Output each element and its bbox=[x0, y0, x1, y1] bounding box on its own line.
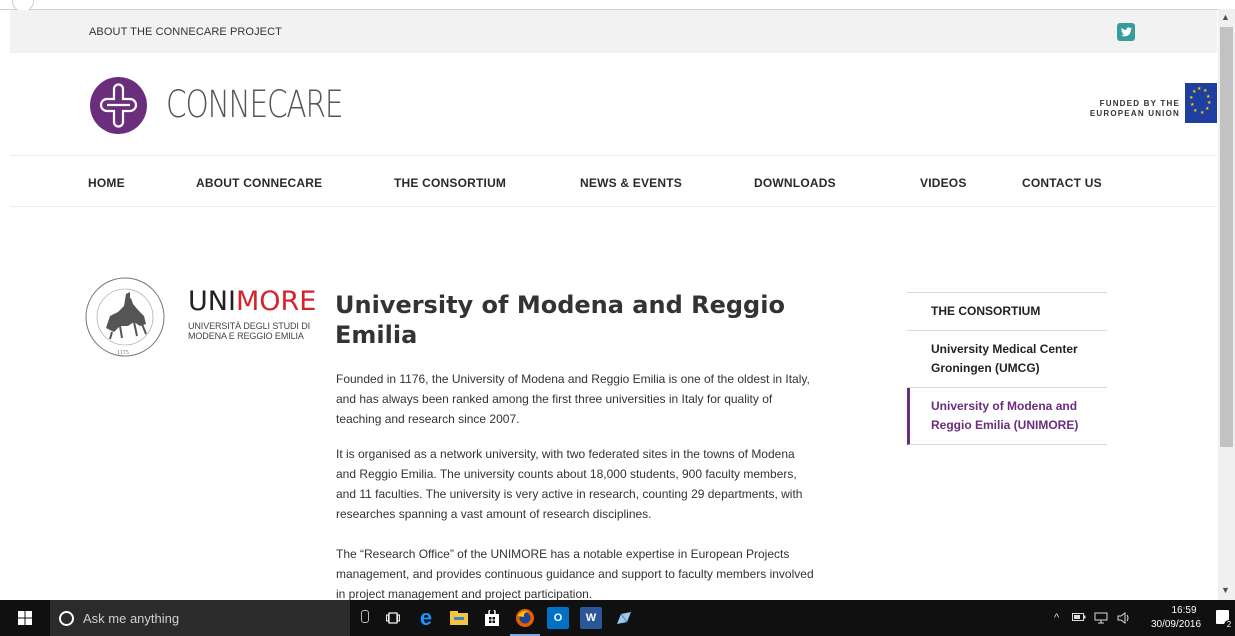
unimore-wordmark: UNIMORE bbox=[188, 286, 316, 317]
content-paragraph-3: The “Research Office” of the UNIMORE has… bbox=[336, 547, 814, 600]
store-icon[interactable] bbox=[481, 607, 503, 629]
eu-flag-icon: ★ ★ ★ ★ ★ ★ ★ ★ ★ ★ bbox=[1185, 83, 1217, 123]
firefox-icon[interactable] bbox=[514, 607, 536, 629]
taskbar-clock-date[interactable]: 30/09/2016 bbox=[1146, 619, 1206, 630]
file-explorer-icon[interactable] bbox=[448, 607, 470, 629]
microphone-icon[interactable] bbox=[361, 610, 369, 623]
content-paragraph-2: It is organised as a network university,… bbox=[336, 447, 803, 521]
consortium-sidebar: THE CONSORTIUM University Medical Center… bbox=[907, 292, 1107, 445]
eu-funding-text: FUNDED BY THE EUROPEAN UNION bbox=[1080, 99, 1180, 119]
browser-frame-top bbox=[0, 0, 1235, 10]
notification-count-badge: 2 bbox=[1224, 620, 1234, 630]
app-pen-icon[interactable] bbox=[613, 607, 635, 629]
unimore-logo: 1175 UNIMORE UNIVERSITÀ DEGLI STUDI DI M… bbox=[84, 276, 316, 366]
top-bar: ABOUT THE CONNECARE PROJECT bbox=[10, 10, 1217, 53]
site-logo-text[interactable]: CONNECARE bbox=[166, 83, 344, 126]
windows-taskbar: Ask me anything e O W ^ 16:59 30/09/2016… bbox=[0, 600, 1235, 636]
eu-funding-line1: FUNDED BY THE bbox=[1099, 99, 1180, 108]
taskbar-search-placeholder: Ask me anything bbox=[83, 611, 180, 626]
scroll-up-arrow-icon[interactable]: ▲ bbox=[1221, 12, 1230, 22]
taskbar-search-box[interactable]: Ask me anything bbox=[50, 600, 369, 636]
taskbar-clock-time[interactable]: 16:59 bbox=[1154, 605, 1214, 616]
windows-start-icon[interactable] bbox=[18, 611, 32, 625]
battery-icon[interactable] bbox=[1072, 612, 1086, 625]
nav-about-connecare[interactable]: ABOUT CONNECARE bbox=[196, 176, 322, 190]
show-hidden-icons-icon[interactable]: ^ bbox=[1054, 612, 1059, 624]
unimore-subtitle-line2: MODENA E REGGIO EMILIA bbox=[188, 331, 304, 341]
scroll-down-arrow-icon[interactable]: ▼ bbox=[1221, 585, 1230, 595]
edge-browser-icon[interactable]: e bbox=[415, 605, 437, 630]
task-view-icon[interactable] bbox=[382, 607, 404, 629]
main-navigation: HOME ABOUT CONNECARE THE CONSORTIUM NEWS… bbox=[10, 155, 1217, 207]
word-icon[interactable]: W bbox=[580, 607, 602, 629]
scrollbar-thumb[interactable] bbox=[1220, 27, 1233, 447]
sidebar-heading[interactable]: THE CONSORTIUM bbox=[907, 292, 1107, 331]
network-icon[interactable] bbox=[1094, 612, 1108, 627]
unimore-seal-icon: 1175 bbox=[85, 277, 165, 357]
nav-the-consortium[interactable]: THE CONSORTIUM bbox=[394, 176, 506, 190]
nav-contact-us[interactable]: CONTACT US bbox=[1022, 176, 1102, 190]
connecare-logo-icon[interactable] bbox=[90, 77, 147, 134]
volume-icon[interactable] bbox=[1117, 612, 1131, 627]
page-viewport: ABOUT THE CONNECARE PROJECT CONNECARE FU… bbox=[10, 10, 1217, 600]
content-paragraph-1: Founded in 1176, the University of Moden… bbox=[336, 372, 810, 426]
sidebar-item-unimore[interactable]: University of Modena and Reggio Emilia (… bbox=[907, 388, 1107, 445]
outlook-icon[interactable]: O bbox=[547, 607, 569, 629]
twitter-icon[interactable] bbox=[1117, 23, 1135, 41]
eu-funding-line2: EUROPEAN UNION bbox=[1089, 109, 1180, 118]
cortana-icon bbox=[59, 611, 74, 626]
unimore-subtitle-line1: UNIVERSITÀ DEGLI STUDI DI bbox=[188, 321, 311, 331]
page-title: University of Modena and Reggio Emilia bbox=[335, 291, 785, 349]
nav-news-events[interactable]: NEWS & EVENTS bbox=[580, 176, 682, 190]
unimore-wordmark-more: MORE bbox=[235, 286, 317, 317]
about-project-link[interactable]: ABOUT THE CONNECARE PROJECT bbox=[89, 26, 282, 38]
seal-year: 1175 bbox=[117, 350, 129, 356]
unimore-wordmark-uni: UNI bbox=[188, 286, 236, 317]
nav-videos[interactable]: VIDEOS bbox=[920, 176, 967, 190]
site-header: CONNECARE FUNDED BY THE EUROPEAN UNION ★… bbox=[10, 53, 1217, 156]
nav-downloads[interactable]: DOWNLOADS bbox=[754, 176, 836, 190]
nav-home[interactable]: HOME bbox=[88, 176, 125, 190]
sidebar-item-umcg[interactable]: University Medical Center Groningen (UMC… bbox=[907, 331, 1107, 388]
